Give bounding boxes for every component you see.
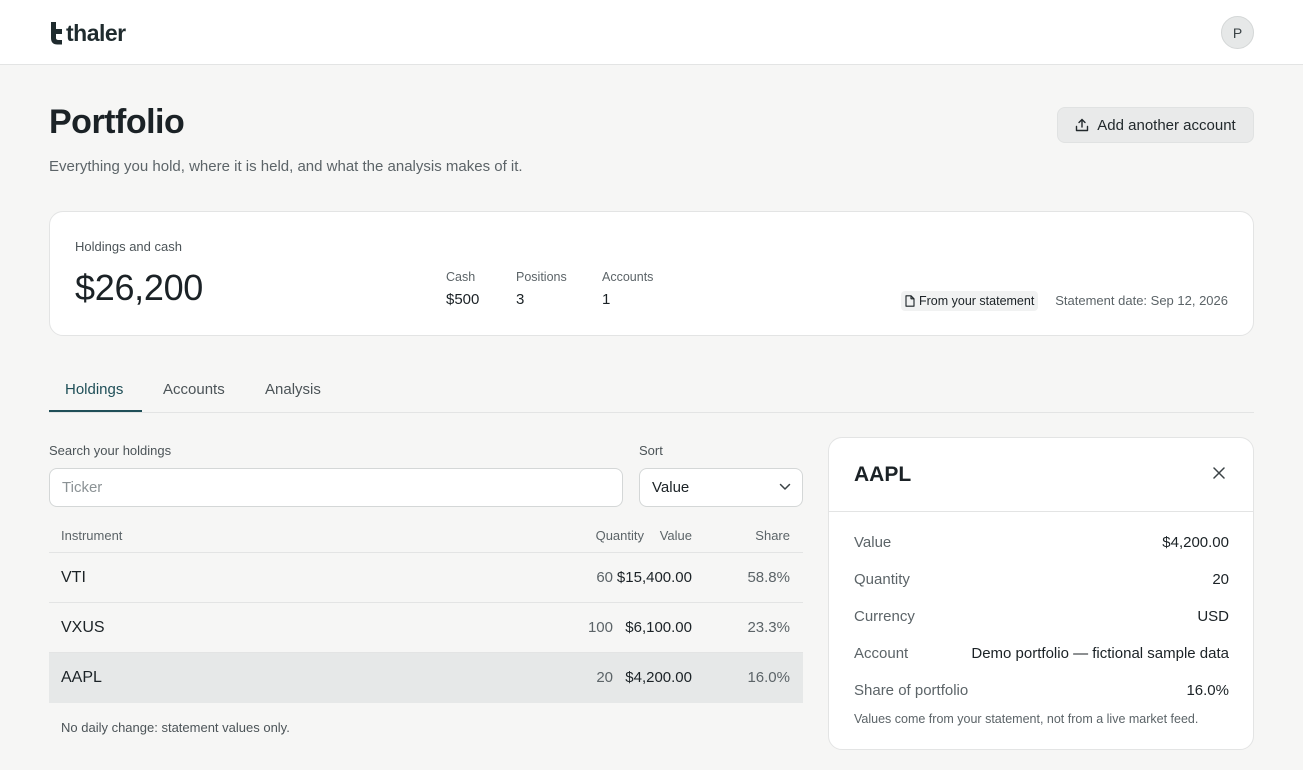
row-quantity: 60 <box>596 569 613 586</box>
page-subtitle: Everything you hold, where it is held, a… <box>49 158 523 175</box>
chevron-down-icon <box>779 483 791 490</box>
page-title: Portfolio <box>49 103 185 141</box>
row-value: $4,200.00 <box>625 669 692 686</box>
table-row[interactable]: VTI 60 $15,400.00 58.8% <box>49 553 803 603</box>
holdings-cash-total: $26,200 <box>75 267 204 308</box>
brand-logo[interactable]: thaler <box>49 19 126 47</box>
detail-row-account: Account Demo portfolio — fictional sampl… <box>854 645 1229 665</box>
detail-row-share: Share of portfolio 16.0% <box>854 682 1229 702</box>
stat-accounts: Accounts 1 <box>602 270 653 308</box>
table-row-selected[interactable]: AAPL 20 $4,200.00 16.0% <box>49 653 803 703</box>
close-button[interactable] <box>1209 463 1229 483</box>
document-icon <box>905 295 915 307</box>
row-instrument: VTI <box>61 569 86 586</box>
row-quantity: 20 <box>596 669 613 686</box>
detail-value: $4,200.00 <box>1162 534 1229 551</box>
detail-value: 20 <box>1212 571 1229 588</box>
row-value: $6,100.00 <box>625 619 692 636</box>
tab-accounts[interactable]: Accounts <box>163 381 225 398</box>
holdings-table: Instrument Quantity Value Share VTI 60 $… <box>49 520 803 703</box>
search-input[interactable] <box>49 468 623 507</box>
detail-header: AAPL <box>829 438 1253 512</box>
stat-accounts-value: 1 <box>602 291 611 308</box>
detail-value: USD <box>1197 608 1229 625</box>
brand-name: thaler <box>66 19 126 46</box>
detail-row-quantity: Quantity 20 <box>854 571 1229 591</box>
row-quantity: 100 <box>587 619 613 636</box>
row-share: 23.3% <box>747 619 790 636</box>
row-share: 16.0% <box>747 669 790 686</box>
table-note: No daily change: statement values only. <box>61 720 290 735</box>
top-bar: thaler P <box>0 0 1303 65</box>
upload-icon <box>1076 118 1089 132</box>
holdings-cash-label: Holdings and cash <box>75 239 182 254</box>
header-share[interactable]: Share <box>755 528 790 543</box>
detail-note: Values come from your statement, not fro… <box>854 712 1199 726</box>
thaler-logo-icon <box>51 22 62 45</box>
stat-accounts-label: Accounts <box>602 270 654 284</box>
holding-detail-panel: AAPL Value $4,200.00 Quantity 20 Currenc… <box>828 437 1254 750</box>
source-badge: From your statement <box>901 291 1039 311</box>
detail-row-currency: Currency USD <box>854 608 1229 628</box>
stat-positions: Positions 3 <box>516 270 567 308</box>
detail-label: Account <box>854 645 909 662</box>
add-account-label: Add another account <box>1097 116 1236 134</box>
detail-value: Demo portfolio — fictional sample data <box>971 645 1229 662</box>
close-icon <box>1213 467 1225 479</box>
row-share: 58.8% <box>747 569 790 586</box>
stat-positions-value: 3 <box>516 291 525 308</box>
table-row[interactable]: VXUS 100 $6,100.00 23.3% <box>49 603 803 653</box>
header-quantity[interactable]: Quantity <box>596 528 644 543</box>
row-value: $15,400.00 <box>616 569 692 586</box>
statement-date: Statement date: Sep 12, 2026 <box>1055 293 1228 308</box>
add-account-button[interactable]: Add another account <box>1057 107 1254 143</box>
search-label: Search your holdings <box>49 443 172 458</box>
row-instrument: VXUS <box>61 619 105 636</box>
detail-title: AAPL <box>854 463 912 486</box>
tab-analysis[interactable]: Analysis <box>265 381 321 398</box>
portfolio-tabs: Holdings Accounts Analysis <box>49 370 1254 413</box>
row-instrument: AAPL <box>61 669 102 686</box>
tab-holdings[interactable]: Holdings <box>65 381 123 398</box>
detail-label: Value <box>854 534 892 551</box>
detail-label: Currency <box>854 608 915 625</box>
detail-label: Quantity <box>854 571 910 588</box>
sort-value: Value <box>652 479 690 496</box>
active-tab-indicator <box>49 410 142 412</box>
detail-row-value: Value $4,200.00 <box>854 534 1229 554</box>
table-header: Instrument Quantity Value Share <box>49 520 803 553</box>
source-label: From your statement <box>919 294 1035 308</box>
sort-label: Sort <box>639 443 663 458</box>
stat-cash: Cash $500 <box>446 270 479 308</box>
header-value[interactable]: Value <box>660 528 692 543</box>
stat-cash-value: $500 <box>446 291 480 308</box>
summary-card: Holdings and cash $26,200 Cash $500 Posi… <box>49 211 1254 336</box>
stat-positions-label: Positions <box>516 270 567 284</box>
stat-cash-label: Cash <box>446 270 476 284</box>
detail-value: 16.0% <box>1186 682 1229 699</box>
header-instrument[interactable]: Instrument <box>61 528 122 543</box>
sort-select[interactable]: Value <box>639 468 803 507</box>
detail-label: Share of portfolio <box>854 682 969 699</box>
avatar[interactable]: P <box>1221 16 1254 49</box>
